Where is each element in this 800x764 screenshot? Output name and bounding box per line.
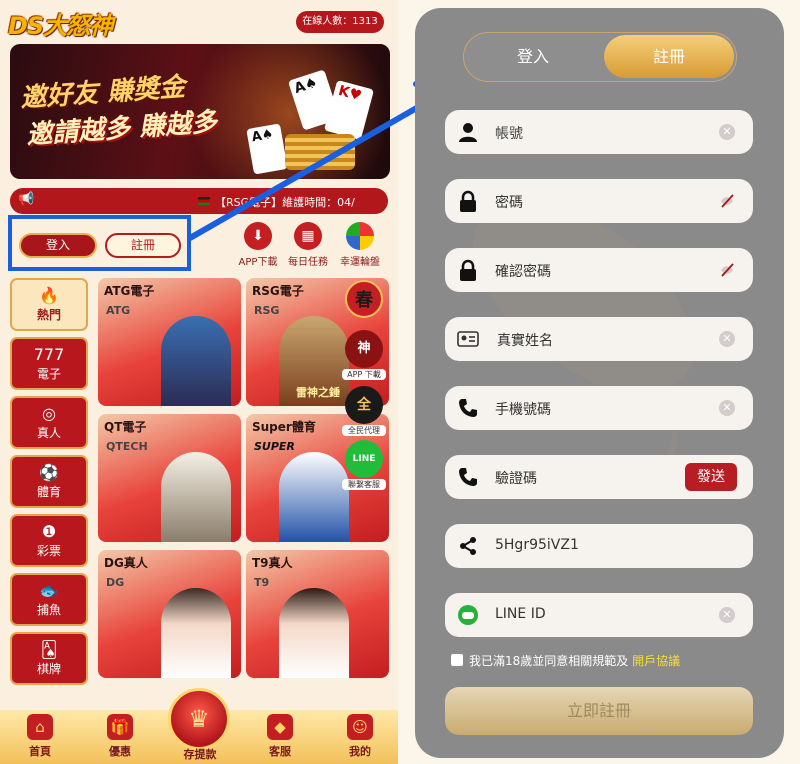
lock-icon	[460, 259, 476, 281]
gift-icon: 🎁	[107, 714, 133, 740]
logo: DS大怒神	[8, 12, 113, 40]
deposit-withdraw-label: 存提款	[183, 748, 217, 761]
nav-promotions[interactable]: 🎁 優惠	[90, 714, 150, 759]
auth-tabs: 登入 註冊	[463, 32, 737, 82]
highlight-box	[8, 215, 191, 271]
anubis-figure	[161, 316, 231, 406]
super-logo: SUPER	[254, 440, 295, 453]
category-fishing[interactable]: 🐟 捕魚	[10, 573, 88, 626]
agree-checkbox[interactable]	[451, 654, 463, 666]
calendar-icon: ▦	[294, 222, 322, 250]
line-icon	[458, 605, 478, 625]
confirm-password-field[interactable]: 確認密碼	[445, 248, 753, 292]
lottery-icon: ❶	[41, 522, 57, 541]
t9-logo: T9	[254, 576, 270, 589]
nav-home[interactable]: ⌂ 首頁	[10, 714, 70, 759]
top-bar: DS大怒神 在線人數：1313	[0, 0, 398, 44]
terms-link[interactable]: 開戶協議	[632, 654, 680, 668]
agent-icon: 全	[345, 386, 383, 424]
casino-chips-icon	[285, 134, 355, 170]
mobile-home-screen: DS大怒神 在線人數：1313 邀好友 賺獎金 邀請越多 賺越多 A♠ K♥ A…	[0, 0, 398, 764]
wheel-icon	[346, 222, 374, 250]
marquee-text: 【RSG電子】維護時間：04/	[215, 196, 355, 209]
send-code-button[interactable]: 發送	[685, 463, 737, 491]
megaphone-icon: 📢	[18, 192, 35, 207]
announcement-marquee[interactable]: 📢 【RSG電子】維護時間：04/	[10, 188, 388, 214]
athlete-figure	[279, 452, 349, 542]
fish-icon: 🐟	[39, 581, 59, 600]
register-panel: 登入 註冊 帳號 ✕ 密碼 確認密碼 真實姓名 ✕ 手機號碼 ✕ 驗證碼 發送 …	[415, 8, 784, 758]
cards-icon: 🂡	[40, 640, 58, 659]
line-id-field[interactable]: LINE ID ✕	[445, 593, 753, 637]
phone-icon	[459, 399, 477, 417]
home-icon: ⌂	[27, 714, 53, 740]
hide-password-icon[interactable]	[719, 193, 735, 209]
game-tile-t9[interactable]: T9真人 T9	[246, 550, 389, 678]
profile-icon: ☺	[347, 714, 373, 740]
wallet-icon: ♛	[188, 705, 210, 733]
category-cards[interactable]: 🂡 棋牌	[10, 632, 88, 685]
category-sidebar: 🔥 熱門 777 電子 ◎ 真人 ⚽ 體育 ❶ 彩票 🐟 捕魚 🂡 棋牌	[10, 278, 90, 691]
verification-code-field[interactable]: 驗證碼 發送	[445, 455, 753, 499]
id-card-icon	[457, 331, 479, 347]
qtech-logo: QTECH	[106, 440, 148, 453]
rsg-logo: RSG	[254, 304, 280, 317]
category-slots[interactable]: 777 電子	[10, 337, 88, 390]
lock-icon	[460, 190, 476, 212]
quick-daily-tasks[interactable]: ▦ 每日任務	[282, 222, 334, 268]
app-download-float[interactable]: 神 APP 下載	[342, 330, 386, 380]
category-live[interactable]: ◎ 真人	[10, 396, 88, 449]
phone-icon	[459, 468, 477, 486]
register-submit-button[interactable]: 立即註冊	[445, 687, 753, 735]
soccer-icon: ⚽	[39, 463, 59, 482]
clear-icon[interactable]: ✕	[719, 124, 735, 140]
account-field[interactable]: 帳號 ✕	[445, 110, 753, 154]
agent-float[interactable]: 全 全民代理	[342, 386, 386, 436]
dealer-figure	[161, 588, 231, 678]
slot-icon: 777	[33, 345, 65, 364]
nav-service[interactable]: ◆ 客服	[250, 714, 310, 759]
share-icon	[460, 537, 476, 555]
line-support-float[interactable]: LINE 聯繫客服	[342, 440, 386, 490]
real-name-field[interactable]: 真實姓名 ✕	[445, 317, 753, 361]
spring-float-button[interactable]: 春	[342, 280, 386, 318]
promo-banner[interactable]: 邀好友 賺獎金 邀請越多 賺越多 A♠ K♥ A♠	[10, 44, 390, 179]
download-icon: ⬇	[244, 222, 272, 250]
category-sports[interactable]: ⚽ 體育	[10, 455, 88, 508]
game-tile-qt[interactable]: QT電子 QTECH	[98, 414, 241, 542]
atg-logo: ATG	[106, 304, 131, 317]
game-badge: 雷神之錘	[296, 386, 340, 399]
app-icon: 神	[345, 330, 383, 368]
clear-icon[interactable]: ✕	[719, 607, 735, 623]
category-hot[interactable]: 🔥 熱門	[10, 278, 88, 331]
tab-login[interactable]: 登入	[464, 33, 602, 80]
fire-icon: 🔥	[39, 286, 59, 305]
terms-text: 我已滿18歲並同意相關規範及	[469, 654, 629, 668]
game-tile-dg[interactable]: DG真人 DG	[98, 550, 241, 678]
spring-icon: 春	[345, 280, 383, 318]
category-lottery[interactable]: ❶ 彩票	[10, 514, 88, 567]
terms-agreement: 我已滿18歲並同意相關規範及 開戶協議	[451, 652, 680, 669]
hide-password-icon[interactable]	[719, 262, 735, 278]
invite-code-field[interactable]: 5Hgr95iVZ1	[445, 524, 753, 568]
tab-register[interactable]: 註冊	[604, 35, 734, 78]
phone-field[interactable]: 手機號碼 ✕	[445, 386, 753, 430]
dealer-figure	[279, 588, 349, 678]
dg-logo: DG	[106, 576, 125, 589]
service-icon: ◆	[267, 714, 293, 740]
deposit-withdraw-button[interactable]: ♛	[168, 688, 230, 750]
line-icon: LINE	[345, 440, 383, 478]
user-icon	[459, 123, 477, 142]
zeus-figure	[161, 452, 231, 542]
password-field[interactable]: 密碼	[445, 179, 753, 223]
quick-lucky-wheel[interactable]: 幸運輪盤	[334, 222, 386, 268]
online-count-badge: 在線人數：1313	[296, 11, 384, 33]
game-tile-atg[interactable]: ATG電子 ATG	[98, 278, 241, 406]
quick-app-download[interactable]: ⬇ APP下載	[232, 222, 284, 268]
chip-icon: ◎	[42, 404, 56, 423]
clear-icon[interactable]: ✕	[719, 400, 735, 416]
clear-icon[interactable]: ✕	[719, 331, 735, 347]
flag-icon	[198, 197, 210, 205]
nav-profile[interactable]: ☺ 我的	[330, 714, 390, 759]
